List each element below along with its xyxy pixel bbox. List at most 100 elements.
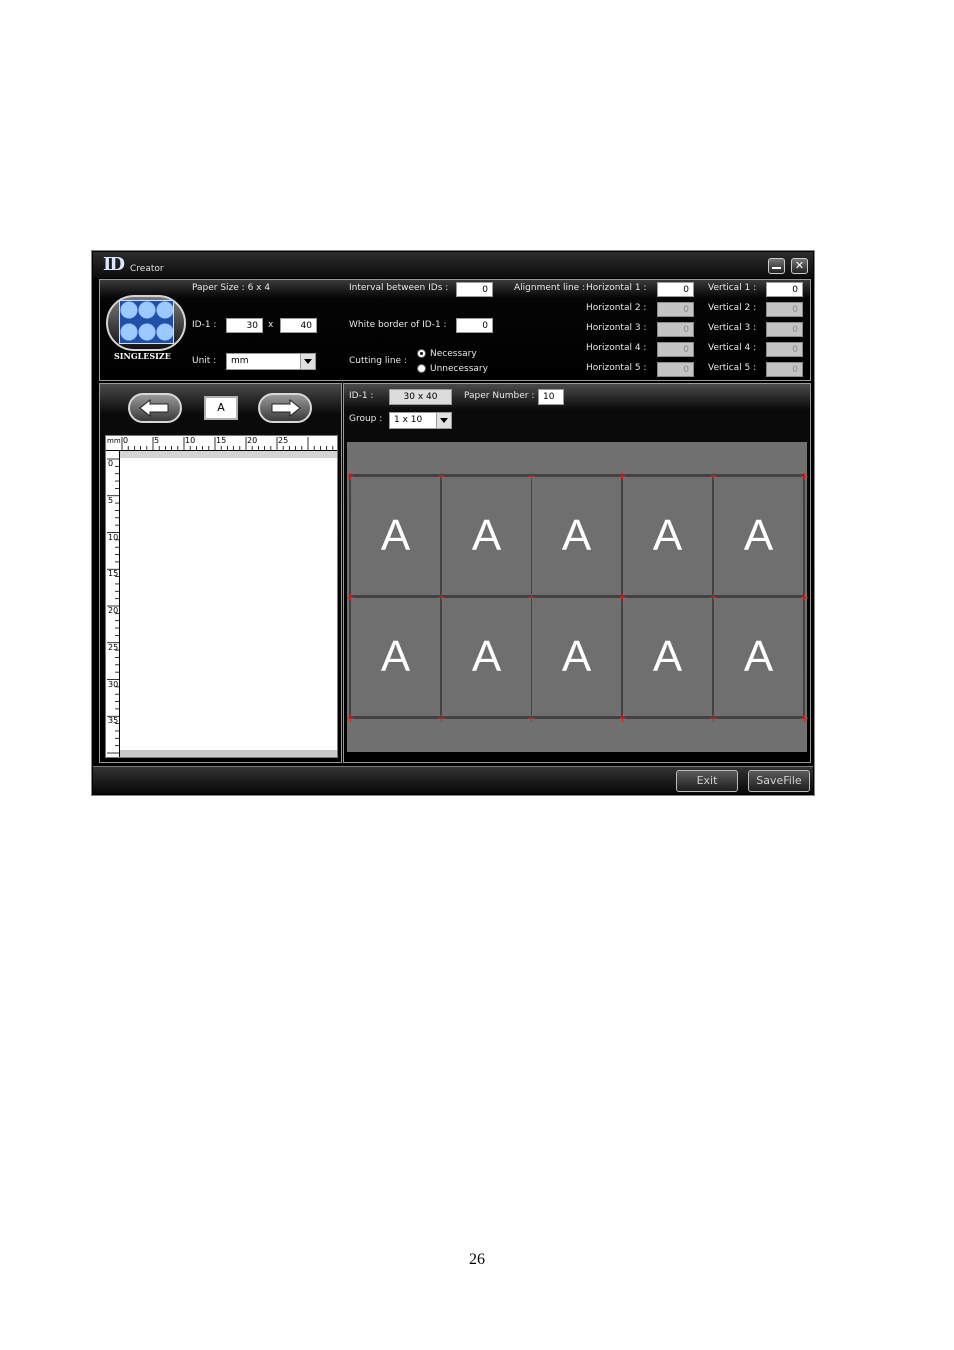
ruler-h-label: 25 bbox=[278, 436, 289, 445]
current-id-label: A bbox=[217, 401, 225, 414]
id-photo-cell: A bbox=[532, 477, 621, 595]
cut-mark bbox=[710, 594, 717, 601]
horizontal-1-label: Horizontal 1 : bbox=[586, 283, 647, 293]
cutting-unnecessary-label: Unnecessary bbox=[430, 364, 488, 374]
horizontal-1-field[interactable]: 0 bbox=[657, 282, 694, 297]
photo-grid-icon bbox=[119, 300, 174, 344]
id-photo-cell: A bbox=[351, 477, 440, 595]
page-number: 26 bbox=[469, 1251, 485, 1268]
next-button[interactable] bbox=[258, 393, 312, 423]
exit-button[interactable]: Exit bbox=[676, 770, 738, 792]
cut-mark bbox=[528, 594, 535, 601]
vertical-1-label: Vertical 1 : bbox=[708, 283, 757, 293]
cut-mark bbox=[438, 473, 445, 480]
cut-mark bbox=[528, 715, 535, 722]
ruler-h-label: 20 bbox=[247, 436, 258, 445]
interval-field[interactable]: 0 bbox=[456, 282, 493, 297]
cut-mark bbox=[528, 473, 535, 480]
cut-mark bbox=[619, 473, 626, 480]
previous-button[interactable] bbox=[128, 393, 182, 423]
vertical-4-field[interactable]: 0 bbox=[766, 342, 803, 357]
savefile-button[interactable]: SaveFile bbox=[748, 770, 810, 792]
cut-mark bbox=[801, 473, 808, 480]
cutting-line-label: Cutting line : bbox=[349, 356, 407, 366]
vertical-4-label: Vertical 4 : bbox=[708, 343, 757, 353]
paper-number-field[interactable]: 10 bbox=[538, 389, 564, 405]
id1-width-field[interactable]: 30 bbox=[226, 318, 263, 333]
arrow-right-icon bbox=[271, 398, 301, 418]
ruler-v-label: 5 bbox=[108, 495, 114, 505]
close-icon: ✕ bbox=[794, 259, 805, 272]
id1-label: ID-1 : bbox=[192, 320, 217, 330]
unit-value: mm bbox=[231, 356, 249, 366]
unit-label: Unit : bbox=[192, 356, 217, 366]
chevron-down-icon[interactable] bbox=[436, 413, 451, 428]
preview-id-label: ID-1 : bbox=[349, 391, 374, 401]
ruler-h-label: 0 bbox=[123, 436, 129, 445]
vertical-5-field[interactable]: 0 bbox=[766, 362, 803, 377]
close-button[interactable]: ✕ bbox=[791, 258, 808, 274]
mode-label: SINGLESIZE bbox=[114, 351, 171, 361]
id-photo-cell: A bbox=[623, 598, 712, 716]
cut-mark bbox=[619, 715, 626, 722]
cut-mark bbox=[438, 715, 445, 722]
preview-id-size-field: 30 x 40 bbox=[389, 389, 452, 405]
minimize-button[interactable] bbox=[768, 258, 785, 274]
cut-mark bbox=[710, 473, 717, 480]
chevron-down-icon[interactable] bbox=[300, 354, 315, 369]
vertical-2-field[interactable]: 0 bbox=[766, 302, 803, 317]
unit-select[interactable]: mm bbox=[226, 353, 316, 370]
current-id-box[interactable]: A bbox=[204, 396, 238, 420]
vertical-3-field[interactable]: 0 bbox=[766, 322, 803, 337]
horizontal-5-field[interactable]: 0 bbox=[657, 362, 694, 377]
horizontal-4-field[interactable]: 0 bbox=[657, 342, 694, 357]
group-label: Group : bbox=[349, 414, 383, 424]
design-canvas[interactable] bbox=[105, 435, 338, 758]
id1-height-field[interactable]: 40 bbox=[280, 318, 317, 333]
id-photo-cell: A bbox=[714, 598, 803, 716]
group-select[interactable]: 1 x 10 bbox=[389, 412, 452, 429]
white-border-field[interactable]: 0 bbox=[456, 318, 493, 333]
horizontal-3-field[interactable]: 0 bbox=[657, 322, 694, 337]
horizontal-3-label: Horizontal 3 : bbox=[586, 323, 647, 333]
group-value: 1 x 10 bbox=[394, 415, 423, 425]
cut-mark bbox=[801, 594, 808, 601]
ruler-v-label: 30 bbox=[108, 679, 119, 689]
cutting-necessary-label: Necessary bbox=[430, 349, 477, 359]
id-photo-cell: A bbox=[532, 598, 621, 716]
ruler-h-label: 5 bbox=[154, 436, 160, 445]
vertical-3-label: Vertical 3 : bbox=[708, 323, 757, 333]
ruler-h-label: 10 bbox=[185, 436, 196, 445]
alignment-label: Alignment line : bbox=[514, 283, 586, 293]
vertical-1-field[interactable]: 0 bbox=[766, 282, 803, 297]
cut-mark bbox=[347, 473, 354, 480]
id1-x-label: x bbox=[268, 320, 274, 330]
cut-mark bbox=[347, 594, 354, 601]
canvas-scrollbar[interactable] bbox=[120, 750, 337, 757]
horizontal-4-label: Horizontal 4 : bbox=[586, 343, 647, 353]
cut-mark bbox=[619, 594, 626, 601]
id-photo-cell: A bbox=[351, 598, 440, 716]
app-title: Creator bbox=[130, 264, 164, 274]
ruler-v-label: 20 bbox=[108, 606, 119, 615]
singlesize-logo bbox=[106, 295, 186, 351]
vertical-2-label: Vertical 2 : bbox=[708, 303, 757, 313]
horizontal-2-field[interactable]: 0 bbox=[657, 302, 694, 317]
cut-mark bbox=[438, 594, 445, 601]
cut-mark bbox=[710, 715, 717, 722]
title-bar bbox=[93, 252, 813, 278]
horizontal-2-label: Horizontal 2 : bbox=[586, 303, 647, 313]
cut-mark bbox=[801, 715, 808, 722]
ruler-v-label: 15 bbox=[108, 569, 119, 579]
id-photo-cell: A bbox=[442, 598, 531, 716]
id-photo-cell: A bbox=[623, 477, 712, 595]
arrow-left-icon bbox=[139, 398, 169, 418]
minimize-icon bbox=[772, 267, 781, 269]
interval-label: Interval between IDs : bbox=[349, 283, 449, 293]
cutting-necessary-radio[interactable] bbox=[417, 349, 426, 358]
preview-id-size: 30 x 40 bbox=[403, 392, 438, 402]
cut-mark bbox=[347, 715, 354, 722]
id-photo-cell: A bbox=[714, 477, 803, 595]
ruler-h-label: 15 bbox=[216, 436, 227, 445]
cutting-unnecessary-radio[interactable] bbox=[417, 364, 426, 373]
